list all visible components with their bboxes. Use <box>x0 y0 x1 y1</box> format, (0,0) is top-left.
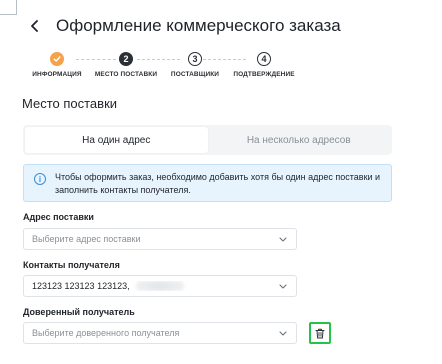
trusted-recipient-placeholder: Выберите доверенного получателя <box>32 328 180 338</box>
chevron-down-icon <box>278 281 288 291</box>
single-address-option[interactable]: На один адрес <box>25 127 208 153</box>
trusted-recipient-label: Доверенный получатель <box>23 307 135 317</box>
step-number: 4 <box>257 52 271 66</box>
contacts-label: Контакты получателя <box>23 260 120 270</box>
delete-recipient-button[interactable] <box>309 322 331 344</box>
step-label: ПОДТВЕРЖДЕНИЕ <box>233 71 295 78</box>
step-confirmation[interactable]: 4 ПОДТВЕРЖДЕНИЕ <box>214 52 314 78</box>
step-number: 3 <box>188 52 202 66</box>
chevron-down-icon <box>278 234 288 244</box>
contacts-select[interactable]: 123123 123123 123123, <box>23 275 297 297</box>
contacts-value: 123123 123123 123123, <box>32 281 278 292</box>
info-banner: i Чтобы оформить заказ, необходимо добав… <box>23 164 392 202</box>
page-title: Оформление коммерческого заказа <box>56 16 341 35</box>
info-text: Чтобы оформить заказ, необходимо добавит… <box>55 172 381 195</box>
back-button[interactable] <box>24 14 46 38</box>
address-mode-toggle: На один адрес На несколько адресов <box>23 125 392 155</box>
chevron-left-icon <box>31 20 38 32</box>
address-label: Адрес поставки <box>23 212 94 222</box>
chevron-down-icon <box>278 328 288 338</box>
info-icon: i <box>34 173 46 185</box>
trash-icon <box>315 328 325 338</box>
trusted-recipient-select[interactable]: Выберите доверенного получателя <box>23 322 297 344</box>
step-done-circle <box>50 52 64 66</box>
redacted-text <box>135 281 184 292</box>
page-header: Оформление коммерческого заказа <box>24 14 341 38</box>
address-placeholder: Выберите адрес поставки <box>32 234 141 244</box>
multiple-addresses-option[interactable]: На несколько адресов <box>208 127 391 153</box>
contacts-value-text: 123123 123123 123123, <box>32 280 130 291</box>
step-number: 2 <box>119 52 133 66</box>
window-corner <box>0 0 17 15</box>
check-icon <box>53 56 61 62</box>
checkout-stepper: ИНФОРМАЦИЯ 2 МЕСТО ПОСТАВКИ 3 ПОСТАВЩИКИ… <box>0 52 442 86</box>
address-select[interactable]: Выберите адрес поставки <box>23 228 297 250</box>
section-title: Место поставки <box>22 96 118 111</box>
